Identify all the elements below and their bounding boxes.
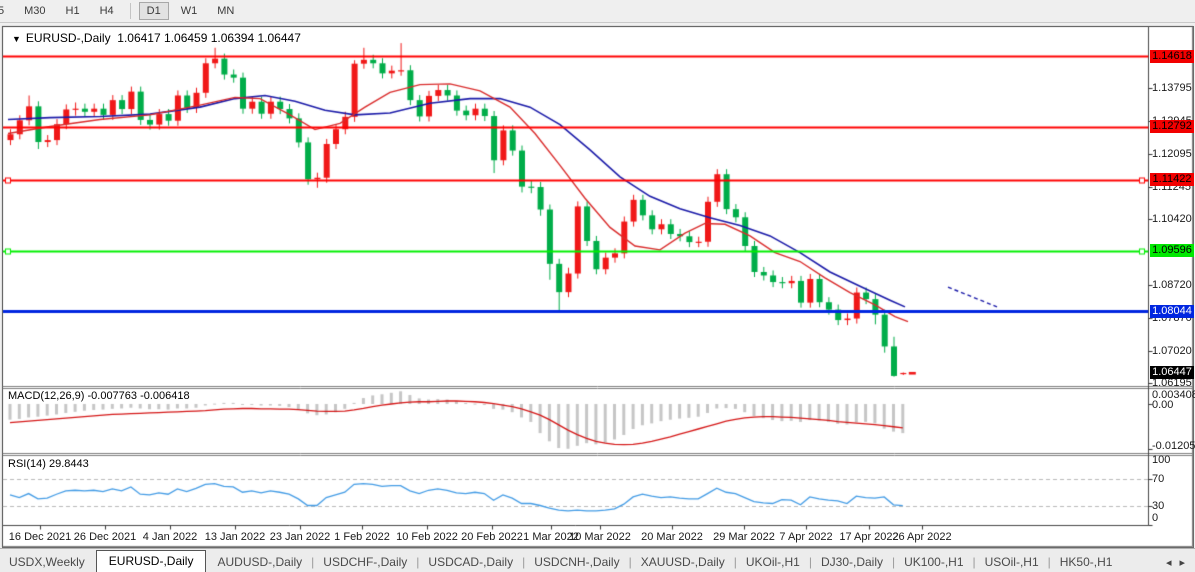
tab-scroll-right-icon[interactable]: ▸ xyxy=(1179,556,1185,569)
chart-tab-bar: USDX,WeeklyEURUSD-,DailyAUDUSD-,Daily|US… xyxy=(0,548,1195,572)
chart-tab-xauusd-daily[interactable]: XAUUSD-,Daily xyxy=(632,552,734,572)
chart-tab-uk100-h1[interactable]: UK100-,H1 xyxy=(895,552,972,572)
chart-canvas[interactable] xyxy=(0,0,1195,572)
chart-tab-usdcnh-daily[interactable]: USDCNH-,Daily xyxy=(525,552,628,572)
timeframe-toolbar: 5M30 H1H4 D1W1MN xyxy=(0,0,1195,23)
toolbar-separator xyxy=(130,3,131,19)
chart-tab-dj30-daily[interactable]: DJ30-,Daily xyxy=(812,552,892,572)
chart-tab-eurusd-daily[interactable]: EURUSD-,Daily xyxy=(96,550,207,572)
timeframe-button-5[interactable]: 5 xyxy=(0,2,12,20)
timeframe-button-h4[interactable]: H4 xyxy=(92,2,122,20)
chart-tab-usdx-weekly[interactable]: USDX,Weekly xyxy=(0,552,94,572)
timeframe-button-d1[interactable]: D1 xyxy=(139,2,169,20)
chart-tab-usoil-h1[interactable]: USOil-,H1 xyxy=(976,552,1048,572)
chart-tab-hk50-h1[interactable]: HK50-,H1 xyxy=(1051,552,1122,572)
chart-tab-usdcad-daily[interactable]: USDCAD-,Daily xyxy=(419,552,522,572)
chart-tab-audusd-daily[interactable]: AUDUSD-,Daily xyxy=(208,552,311,572)
timeframe-button-mn[interactable]: MN xyxy=(209,2,242,20)
timeframe-button-w1[interactable]: W1 xyxy=(173,2,206,20)
chart-tab-ukoil-h1[interactable]: UKOil-,H1 xyxy=(737,552,809,572)
mt4-terminal: 5M30H1H4D1W1MN ▼EURUSD-,Daily 1.06417 1.… xyxy=(0,0,1195,572)
timeframe-button-m30[interactable]: M30 xyxy=(16,2,53,20)
chart-tab-usdchf-daily[interactable]: USDCHF-,Daily xyxy=(314,552,416,572)
tab-scroll-left-icon[interactable]: ◂ xyxy=(1166,556,1172,569)
timeframe-button-h1[interactable]: H1 xyxy=(58,2,88,20)
